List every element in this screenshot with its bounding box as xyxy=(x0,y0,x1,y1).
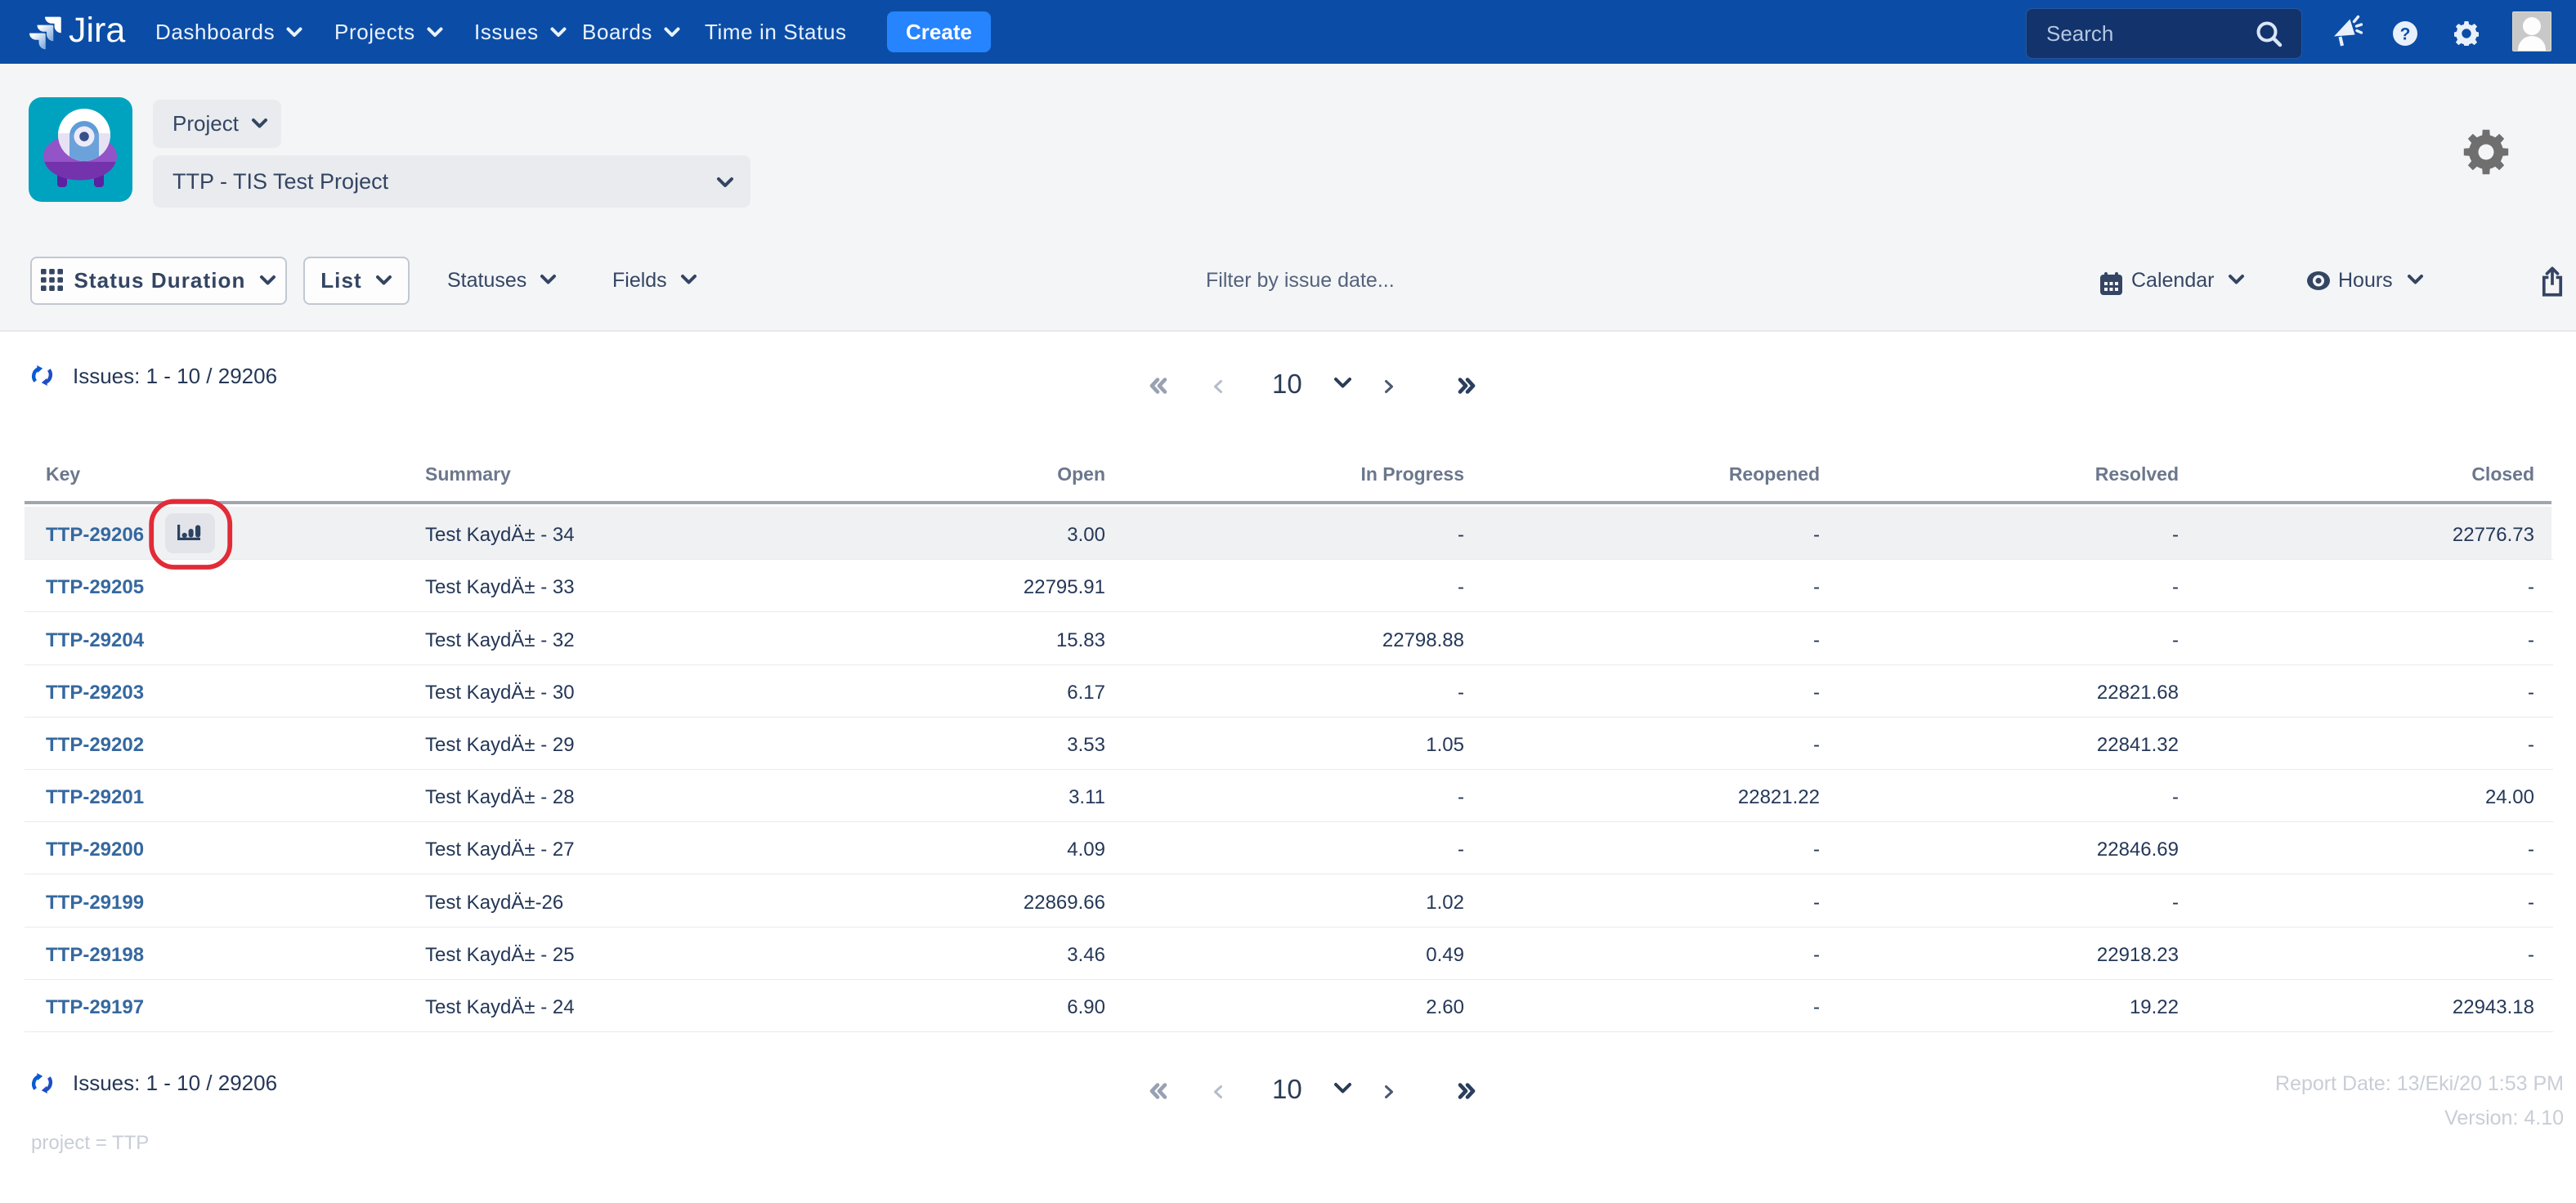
svg-text:?: ? xyxy=(2400,25,2411,44)
